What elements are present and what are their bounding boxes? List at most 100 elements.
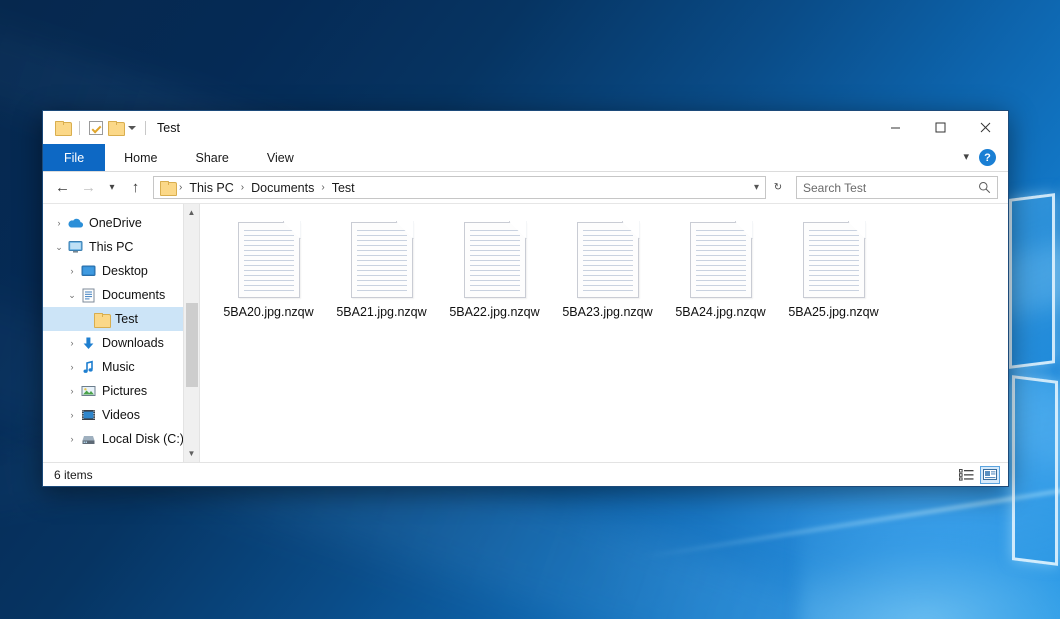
sidebar-item-documents[interactable]: ⌄ Documents <box>43 283 199 307</box>
title-bar: Test <box>43 111 1008 144</box>
file-item[interactable]: 5BA24.jpg.nzqw <box>664 218 777 336</box>
chevron-right-icon[interactable]: › <box>64 339 80 348</box>
breadcrumb-item-test[interactable]: Test <box>329 181 358 195</box>
sidebar-item-downloads[interactable]: › Downloads <box>43 331 199 355</box>
file-item[interactable]: 5BA22.jpg.nzqw <box>438 218 551 336</box>
chevron-right-icon[interactable]: › <box>64 267 80 276</box>
scrollbar-track[interactable] <box>184 221 200 445</box>
minimize-button[interactable] <box>873 111 918 144</box>
breadcrumb-item-documents[interactable]: Documents <box>248 181 317 195</box>
quick-access-toolbar: Test <box>43 111 180 144</box>
file-name-label: 5BA24.jpg.nzqw <box>675 305 765 319</box>
file-item[interactable]: 5BA20.jpg.nzqw <box>212 218 325 336</box>
generic-document-icon <box>351 222 413 298</box>
sidebar-item-local-disk-c[interactable]: › Local Disk (C:) <box>43 427 199 451</box>
sidebar-item-test[interactable]: Test <box>43 307 199 331</box>
file-item[interactable]: 5BA25.jpg.nzqw <box>777 218 890 336</box>
tab-file[interactable]: File <box>43 144 105 171</box>
generic-document-icon <box>577 222 639 298</box>
sidebar-item-desktop[interactable]: › Desktop <box>43 259 199 283</box>
file-name-label: 5BA25.jpg.nzqw <box>788 305 878 319</box>
search-box[interactable] <box>796 176 998 199</box>
recent-locations-button[interactable]: ▾ <box>103 176 121 199</box>
tab-view[interactable]: View <box>248 144 313 171</box>
ribbon-right-controls: ▾ ? <box>963 144 1008 171</box>
sidebar-item-videos[interactable]: › Videos <box>43 403 199 427</box>
forward-button[interactable]: → <box>77 176 100 199</box>
local-disk-icon <box>80 433 97 446</box>
close-button[interactable] <box>963 111 1008 144</box>
help-button[interactable]: ? <box>979 149 996 166</box>
scrollbar-thumb[interactable] <box>186 303 198 387</box>
sidebar-item-label: Desktop <box>102 264 148 278</box>
sidebar-item-pictures[interactable]: › Pictures <box>43 379 199 403</box>
file-name-label: 5BA20.jpg.nzqw <box>223 305 313 319</box>
generic-document-icon <box>464 222 526 298</box>
chevron-right-icon[interactable]: › <box>51 219 67 228</box>
videos-film-icon <box>80 408 97 422</box>
chevron-right-icon[interactable]: › <box>64 411 80 420</box>
sidebar-item-label: Documents <box>102 288 165 302</box>
folder-icon[interactable] <box>108 121 123 134</box>
desktop-wallpaper: Test File Home Share View ▾ ? <box>0 0 1060 619</box>
window-controls <box>873 111 1008 144</box>
file-item[interactable]: 5BA23.jpg.nzqw <box>551 218 664 336</box>
windows-logo-pane <box>1012 375 1058 566</box>
chevron-down-icon[interactable]: ▼ <box>184 445 200 462</box>
address-dropdown-icon[interactable]: ▾ <box>754 182 759 193</box>
checkbox-check-icon[interactable] <box>89 121 103 135</box>
folder-icon <box>160 181 175 194</box>
divider <box>145 121 146 135</box>
breadcrumb-item-this-pc[interactable]: This PC <box>186 181 236 195</box>
search-icon <box>978 181 991 194</box>
documents-icon <box>80 288 97 303</box>
tab-home[interactable]: Home <box>105 144 176 171</box>
maximize-button[interactable] <box>918 111 963 144</box>
folder-icon[interactable] <box>55 121 70 134</box>
tab-share[interactable]: Share <box>177 144 248 171</box>
breadcrumb[interactable]: › This PC › Documents › Test ▾ <box>153 176 766 199</box>
chevron-down-icon[interactable] <box>128 126 136 130</box>
details-view-button[interactable] <box>956 466 976 484</box>
chevron-right-icon[interactable]: › <box>64 435 80 444</box>
chevron-right-icon[interactable]: › <box>64 363 80 372</box>
generic-document-icon <box>238 222 300 298</box>
divider <box>79 121 80 135</box>
sidebar-item-this-pc[interactable]: ⌄ This PC <box>43 235 199 259</box>
this-pc-monitor-icon <box>67 240 84 254</box>
file-name-label: 5BA21.jpg.nzqw <box>336 305 426 319</box>
desktop-icon <box>80 264 97 278</box>
chevron-down-icon[interactable]: ▾ <box>963 152 969 163</box>
sidebar-item-onedrive[interactable]: › OneDrive <box>43 211 199 235</box>
file-item[interactable]: 5BA21.jpg.nzqw <box>325 218 438 336</box>
up-button[interactable]: ↑ <box>124 176 147 199</box>
chevron-down-icon[interactable]: ⌄ <box>64 291 80 300</box>
sidebar-item-label: Pictures <box>102 384 147 398</box>
sidebar-item-music[interactable]: › Music <box>43 355 199 379</box>
window-title: Test <box>157 121 180 135</box>
file-list-view[interactable]: 5BA20.jpg.nzqw 5BA21.jpg.nzqw <box>200 204 1008 462</box>
generic-document-icon <box>690 222 752 298</box>
explorer-body: › OneDrive ⌄ This PC <box>43 203 1008 462</box>
pictures-icon <box>80 384 97 398</box>
search-input[interactable] <box>803 181 978 195</box>
item-count-label: 6 items <box>54 468 93 482</box>
sidebar-item-label: OneDrive <box>89 216 142 230</box>
large-icons-view-button[interactable] <box>980 466 1000 484</box>
downloads-arrow-icon <box>80 336 97 351</box>
address-bar: ← → ▾ ↑ › This PC › Documents › Test ▾ ↻ <box>43 172 1008 203</box>
sidebar-item-label: Local Disk (C:) <box>102 432 184 446</box>
breadcrumb-separator: › <box>319 182 326 193</box>
status-bar: 6 items <box>43 462 1008 486</box>
chevron-up-icon[interactable]: ▲ <box>184 204 200 221</box>
file-name-label: 5BA23.jpg.nzqw <box>562 305 652 319</box>
refresh-button[interactable]: ↻ <box>769 176 787 199</box>
navigation-pane-scrollbar[interactable]: ▲ ▼ <box>183 204 199 462</box>
chevron-right-icon[interactable]: › <box>64 387 80 396</box>
onedrive-cloud-icon <box>67 217 84 229</box>
back-button[interactable]: ← <box>51 176 74 199</box>
ribbon-tab-bar: File Home Share View ▾ ? <box>43 144 1008 172</box>
view-mode-buttons <box>956 466 1000 484</box>
navigation-pane: › OneDrive ⌄ This PC <box>43 204 200 462</box>
chevron-down-icon[interactable]: ⌄ <box>51 243 67 252</box>
